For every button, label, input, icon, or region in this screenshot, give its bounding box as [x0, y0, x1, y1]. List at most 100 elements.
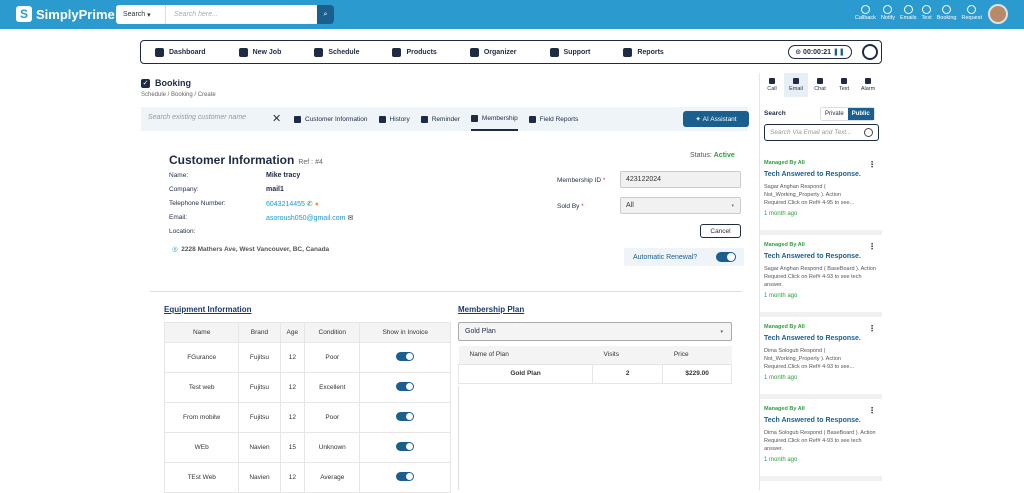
chat-icon[interactable]: ● [315, 201, 319, 208]
table-row: Gold Plan 2 $229.00 [457, 363, 732, 384]
table-row: TEst Web Navien 12 Average [163, 462, 451, 493]
private-option[interactable]: Private [821, 108, 848, 120]
search-button[interactable]: ⌕ [317, 5, 334, 24]
company-label: Company: [169, 186, 199, 193]
organizer-icon [469, 47, 479, 57]
schedule-icon [314, 47, 324, 57]
mail-icon [793, 78, 799, 84]
col-show-in-invoice: Show in Invoice [359, 322, 451, 343]
table-row: FGurance Fujitsu 12 Poor [163, 342, 451, 373]
show-in-invoice-toggle[interactable] [396, 382, 415, 391]
folder-icon [528, 115, 536, 123]
sold-by-label: Sold By * [557, 203, 584, 210]
nav-dashboard[interactable]: Dashboard [155, 47, 206, 57]
panel-tab-email[interactable]: Email [784, 73, 808, 97]
request-icon [967, 5, 977, 14]
notify-button[interactable]: Notify [881, 5, 895, 21]
search-type-select[interactable]: Search ▾ [116, 5, 166, 24]
customer-info-icon [294, 115, 301, 123]
more-options-icon[interactable]: ⋮ [868, 242, 876, 251]
app-logo[interactable]: S SimplyPrime [16, 6, 115, 22]
panel-tab-call[interactable]: Call [760, 73, 784, 97]
job-timer[interactable]: ⊙ 00:00:21 ❚❚ [788, 45, 852, 59]
sold-by-select[interactable]: All ▾ [620, 197, 741, 214]
top-actions: Callback Notify Emails Text Booking Requ… [855, 5, 982, 21]
message-card[interactable]: Managed By All ⋮ Tech Answered to Respon… [760, 319, 882, 399]
plan-select[interactable]: Gold Plan ▾ [458, 322, 732, 341]
panel-search-input[interactable]: Search Via Email and Text... [764, 124, 879, 141]
request-button[interactable]: Request [962, 5, 982, 21]
emails-button[interactable]: Emails [900, 5, 917, 21]
dashboard-icon [155, 47, 164, 57]
text-button[interactable]: Text [922, 5, 932, 21]
reminder-icon [420, 115, 428, 123]
phone-icon[interactable]: ✆ [307, 201, 313, 208]
membership-plan-title: Membership Plan [458, 305, 525, 314]
col-brand: Brand [238, 322, 281, 343]
settings-gear-icon[interactable] [862, 44, 878, 60]
message-card[interactable]: Managed By All ⋮ Tech Answered to Respon… [760, 155, 882, 235]
show-in-invoice-toggle[interactable] [396, 352, 415, 361]
column-divider [458, 386, 459, 490]
page-title: Booking [155, 78, 191, 88]
tab-customer-information[interactable]: Customer Information [294, 107, 368, 131]
clear-customer-icon[interactable]: ✕ [272, 112, 281, 125]
membership-id-field[interactable]: 423122024 [620, 171, 741, 188]
message-card[interactable]: Managed By All ⋮ Tech Answered to Respon… [760, 237, 882, 317]
nav-products[interactable]: Products [392, 47, 437, 57]
top-bar: S SimplyPrime Search ▾ Search here... ⌕ … [0, 0, 1024, 29]
chevron-down-icon: ▾ [720, 328, 723, 335]
phone-icon [769, 78, 775, 84]
panel-tab-text[interactable]: Text [832, 73, 856, 97]
callback-icon [860, 5, 870, 14]
customer-phone[interactable]: 6043214455 ✆ ● [266, 200, 319, 208]
customer-search-input[interactable]: Search existing customer name [148, 114, 246, 121]
tab-reminder[interactable]: Reminder [420, 107, 460, 131]
cancel-button[interactable]: Cancel [700, 224, 741, 238]
mail-icon[interactable]: ✉ [347, 215, 353, 222]
booking-icon [942, 5, 952, 14]
more-options-icon[interactable]: ⋮ [868, 160, 876, 169]
ref-number: Ref : #4 [298, 159, 323, 166]
panel-tab-chat[interactable]: Chat [808, 73, 832, 97]
nav-support[interactable]: Support [549, 47, 590, 57]
notify-icon [883, 5, 893, 14]
show-in-invoice-toggle[interactable] [396, 472, 415, 481]
show-in-invoice-toggle[interactable] [396, 412, 415, 421]
customer-company: mail1 [266, 186, 284, 193]
emails-icon [903, 5, 913, 14]
ai-assistant-button[interactable]: ✦ AI Assistant [683, 111, 749, 127]
tab-membership[interactable]: Membership [470, 107, 518, 131]
new-job-icon [238, 47, 248, 57]
booking-button[interactable]: Booking [937, 5, 957, 21]
public-option[interactable]: Public [847, 108, 874, 120]
nav-organizer[interactable]: Organizer [469, 47, 517, 57]
tab-history[interactable]: History [378, 107, 410, 131]
customer-address: ◎ 2228 Mathers Ave, West Vancouver, BC, … [172, 246, 330, 253]
more-options-icon[interactable]: ⋮ [868, 324, 876, 333]
visibility-toggle: Private Public [820, 107, 875, 121]
table-row: WEb Navien 15 Unknown [163, 432, 451, 463]
tab-field-reports[interactable]: Field Reports [528, 107, 578, 131]
auto-renewal-toggle[interactable] [716, 252, 736, 262]
chevron-down-icon: ▾ [731, 202, 734, 209]
sparkle-icon: ✦ [695, 116, 703, 123]
more-options-icon[interactable]: ⋮ [868, 406, 876, 415]
message-card[interactable]: Managed By All ⋮ Tech Answered to Respon… [760, 401, 882, 481]
panel-tab-alarm[interactable]: Alarm [856, 73, 880, 97]
nav-reports[interactable]: Reports [623, 47, 664, 57]
user-avatar[interactable] [988, 4, 1008, 24]
col-visits: Visits [592, 346, 663, 364]
show-in-invoice-toggle[interactable] [396, 442, 415, 451]
search-input[interactable]: Search here... [166, 11, 317, 18]
callback-button[interactable]: Callback [855, 5, 876, 21]
location-pin-icon: ◎ [172, 246, 178, 253]
customer-email[interactable]: asoroush050@gmail.com ✉ [266, 214, 353, 222]
nav-schedule[interactable]: Schedule [314, 47, 359, 57]
table-row: Test web Fujitsu 12 Excellent [163, 372, 451, 403]
equipment-table: Name Brand Age Condition Show in Invoice… [163, 322, 451, 493]
alarm-icon [865, 78, 871, 84]
breadcrumb: Schedule / Booking / Create [141, 92, 216, 98]
nav-new-job[interactable]: New Job [238, 47, 281, 57]
customer-info-title: Customer Information Ref : #4 [169, 153, 323, 167]
